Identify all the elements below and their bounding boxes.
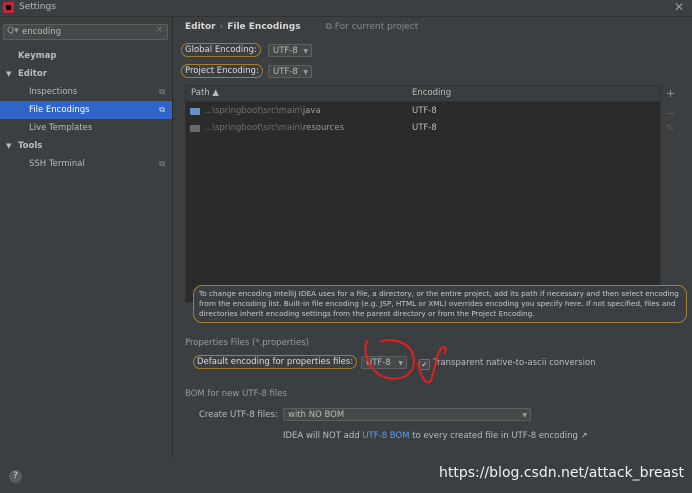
red-check-annotation xyxy=(417,346,447,384)
red-circle-annotation xyxy=(364,339,415,380)
watermark-url: https://blog.csdn.net/attack_breast xyxy=(438,465,684,481)
annotation-overlay xyxy=(364,339,447,384)
